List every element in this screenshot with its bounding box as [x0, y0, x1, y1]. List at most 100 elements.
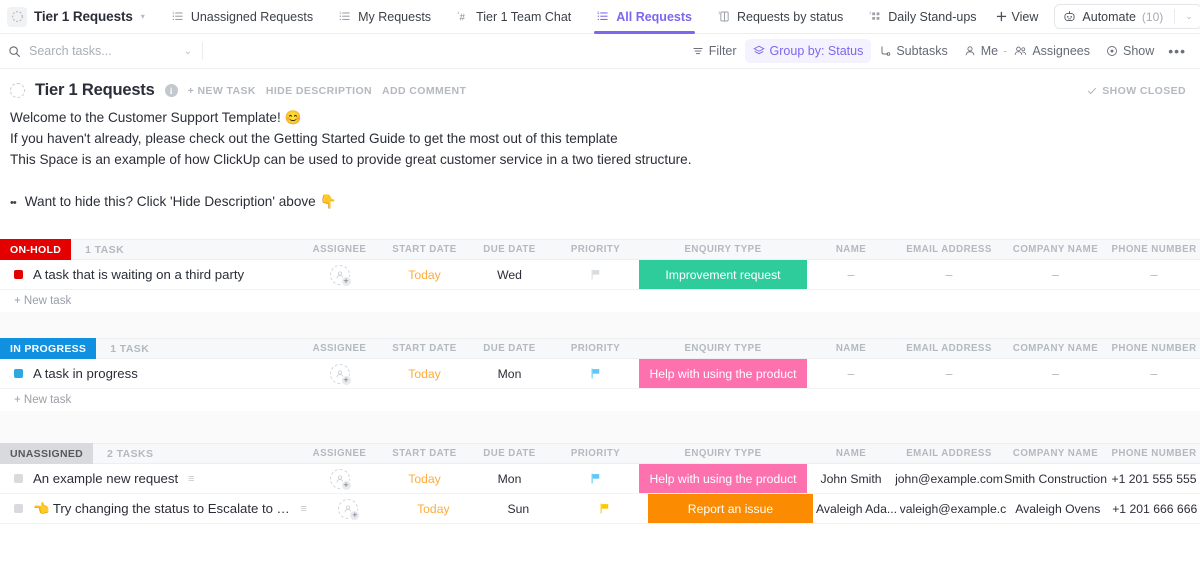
filter-button[interactable]: Filter — [684, 39, 745, 63]
space-selector[interactable]: Tier 1 Requests ▾ — [4, 4, 151, 30]
company-cell[interactable]: Smith Construction — [1003, 464, 1108, 493]
assignee-avatar[interactable]: + — [338, 499, 358, 519]
name-cell[interactable]: – — [807, 260, 895, 289]
column-header-email[interactable]: EMAIL ADDRESS — [895, 239, 1003, 260]
task-status-dot[interactable] — [14, 270, 23, 279]
tab-requests-by-status[interactable]: 1 Requests by status — [709, 0, 852, 34]
column-header-name[interactable]: NAME — [807, 239, 895, 260]
column-header-start-date[interactable]: START DATE — [382, 338, 467, 359]
assignee-avatar[interactable]: + — [330, 265, 350, 285]
start-date-cell[interactable]: Today — [382, 359, 467, 388]
status-badge[interactable]: ON-HOLD — [0, 239, 71, 260]
enquiry-type-cell[interactable]: Help with using the product — [639, 464, 807, 493]
email-cell[interactable]: avaleigh@example.co — [900, 494, 1006, 523]
start-date-cell[interactable]: Today — [391, 494, 476, 523]
column-header-assignee[interactable]: ASSIGNEE — [297, 443, 382, 464]
start-date-cell[interactable]: Today — [382, 260, 467, 289]
info-icon[interactable]: i — [165, 84, 178, 97]
email-cell[interactable]: – — [895, 359, 1003, 388]
due-date-cell[interactable]: Mon — [467, 359, 552, 388]
priority-cell[interactable] — [561, 494, 648, 523]
table-row[interactable]: A task that is waiting on a third party +… — [0, 260, 1200, 290]
priority-cell[interactable] — [552, 260, 639, 289]
start-date-cell[interactable]: Today — [382, 464, 467, 493]
column-header-due-date[interactable]: DUE DATE — [467, 338, 552, 359]
priority-cell[interactable] — [552, 359, 639, 388]
assignee-avatar[interactable]: + — [330, 364, 350, 384]
company-cell[interactable]: Avaleigh Ovens — [1006, 494, 1109, 523]
column-header-enquiry-type[interactable]: ENQUIRY TYPE — [639, 443, 807, 464]
column-header-assignee[interactable]: ASSIGNEE — [297, 338, 382, 359]
column-header-start-date[interactable]: START DATE — [382, 443, 467, 464]
task-status-dot[interactable] — [14, 504, 23, 513]
add-assignee-icon[interactable]: + — [349, 510, 360, 521]
phone-cell[interactable]: – — [1108, 260, 1200, 289]
show-button[interactable]: Show — [1098, 39, 1162, 63]
column-header-assignee[interactable]: ASSIGNEE — [297, 239, 382, 260]
column-header-phone[interactable]: PHONE NUMBER — [1108, 443, 1200, 464]
chevron-down-icon[interactable]: ⌄ — [1185, 11, 1193, 22]
due-date-cell[interactable]: Mon — [467, 464, 552, 493]
task-name-cell[interactable]: 👈 Try changing the status to Escalate to… — [0, 494, 306, 523]
tab-tier-1-team-chat[interactable]: 1 # Tier 1 Team Chat — [448, 0, 580, 34]
phone-cell[interactable]: +1 201 555 555 — [1108, 464, 1200, 493]
show-closed-button[interactable]: SHOW CLOSED — [1087, 85, 1186, 97]
column-header-name[interactable]: NAME — [807, 443, 895, 464]
email-cell[interactable]: – — [895, 260, 1003, 289]
tab-daily-stand-ups[interactable]: 1 Daily Stand-ups — [860, 0, 985, 34]
phone-cell[interactable]: +1 201 666 666 — [1109, 494, 1200, 523]
add-assignee-icon[interactable]: + — [341, 276, 352, 287]
status-circle-icon[interactable] — [10, 83, 25, 98]
chevron-down-icon[interactable]: ▾ — [141, 12, 145, 21]
add-comment-button[interactable]: ADD COMMENT — [382, 85, 466, 97]
me-assignees-button[interactable]: Me - Assignees — [956, 39, 1098, 63]
enquiry-type-cell[interactable]: Help with using the product — [639, 359, 807, 388]
column-header-priority[interactable]: PRIORITY — [552, 338, 639, 359]
assignee-cell[interactable]: + — [306, 494, 391, 523]
task-name-cell[interactable]: An example new request≡ — [0, 464, 297, 493]
status-badge[interactable]: UNASSIGNED — [0, 443, 93, 464]
automate-button[interactable]: Automate (10) ⌄ — [1054, 4, 1200, 29]
company-cell[interactable]: – — [1003, 359, 1108, 388]
assignee-cell[interactable]: + — [297, 260, 382, 289]
more-options-button[interactable]: ••• — [1162, 43, 1192, 59]
task-name-cell[interactable]: A task in progress — [0, 359, 297, 388]
column-header-due-date[interactable]: DUE DATE — [467, 239, 552, 260]
column-header-due-date[interactable]: DUE DATE — [467, 443, 552, 464]
hide-description-button[interactable]: HIDE DESCRIPTION — [266, 85, 372, 97]
assignee-cell[interactable]: + — [297, 359, 382, 388]
search-input[interactable]: Search tasks... ⌄ — [8, 39, 192, 64]
add-assignee-icon[interactable]: + — [341, 480, 352, 491]
due-date-cell[interactable]: Wed — [467, 260, 552, 289]
task-status-dot[interactable] — [14, 369, 23, 378]
group-by-button[interactable]: Group by: Status — [745, 39, 872, 63]
name-cell[interactable]: Avaleigh Ada... — [813, 494, 900, 523]
phone-cell[interactable]: – — [1108, 359, 1200, 388]
assignee-avatar[interactable]: + — [330, 469, 350, 489]
task-name-cell[interactable]: A task that is waiting on a third party — [0, 260, 297, 289]
column-header-company[interactable]: COMPANY NAME — [1003, 338, 1108, 359]
description-block[interactable]: Welcome to the Customer Support Template… — [0, 106, 1200, 213]
column-header-enquiry-type[interactable]: ENQUIRY TYPE — [639, 239, 807, 260]
column-header-name[interactable]: NAME — [807, 338, 895, 359]
enquiry-type-cell[interactable]: Improvement request — [639, 260, 807, 289]
column-header-enquiry-type[interactable]: ENQUIRY TYPE — [639, 338, 807, 359]
column-header-start-date[interactable]: START DATE — [382, 239, 467, 260]
chevron-down-icon[interactable]: ⌄ — [184, 46, 192, 57]
column-header-phone[interactable]: PHONE NUMBER — [1108, 239, 1200, 260]
tab-unassigned-requests[interactable]: 1 Unassigned Requests — [163, 0, 322, 34]
column-header-priority[interactable]: PRIORITY — [552, 239, 639, 260]
column-header-email[interactable]: EMAIL ADDRESS — [895, 338, 1003, 359]
new-task-button[interactable]: + NEW TASK — [188, 85, 256, 97]
priority-cell[interactable] — [552, 464, 639, 493]
tab-all-requests[interactable]: 1 All Requests — [588, 0, 701, 34]
add-new-task-row[interactable]: + New task — [0, 290, 1200, 312]
table-row[interactable]: An example new request≡ + TodayMon Help wit… — [0, 464, 1200, 494]
enquiry-type-cell[interactable]: Report an issue — [648, 494, 813, 523]
column-header-company[interactable]: COMPANY NAME — [1003, 443, 1108, 464]
status-badge[interactable]: IN PROGRESS — [0, 338, 96, 359]
subtasks-button[interactable]: Subtasks — [871, 39, 955, 63]
column-header-priority[interactable]: PRIORITY — [552, 443, 639, 464]
column-header-phone[interactable]: PHONE NUMBER — [1108, 338, 1200, 359]
name-cell[interactable]: John Smith — [807, 464, 895, 493]
